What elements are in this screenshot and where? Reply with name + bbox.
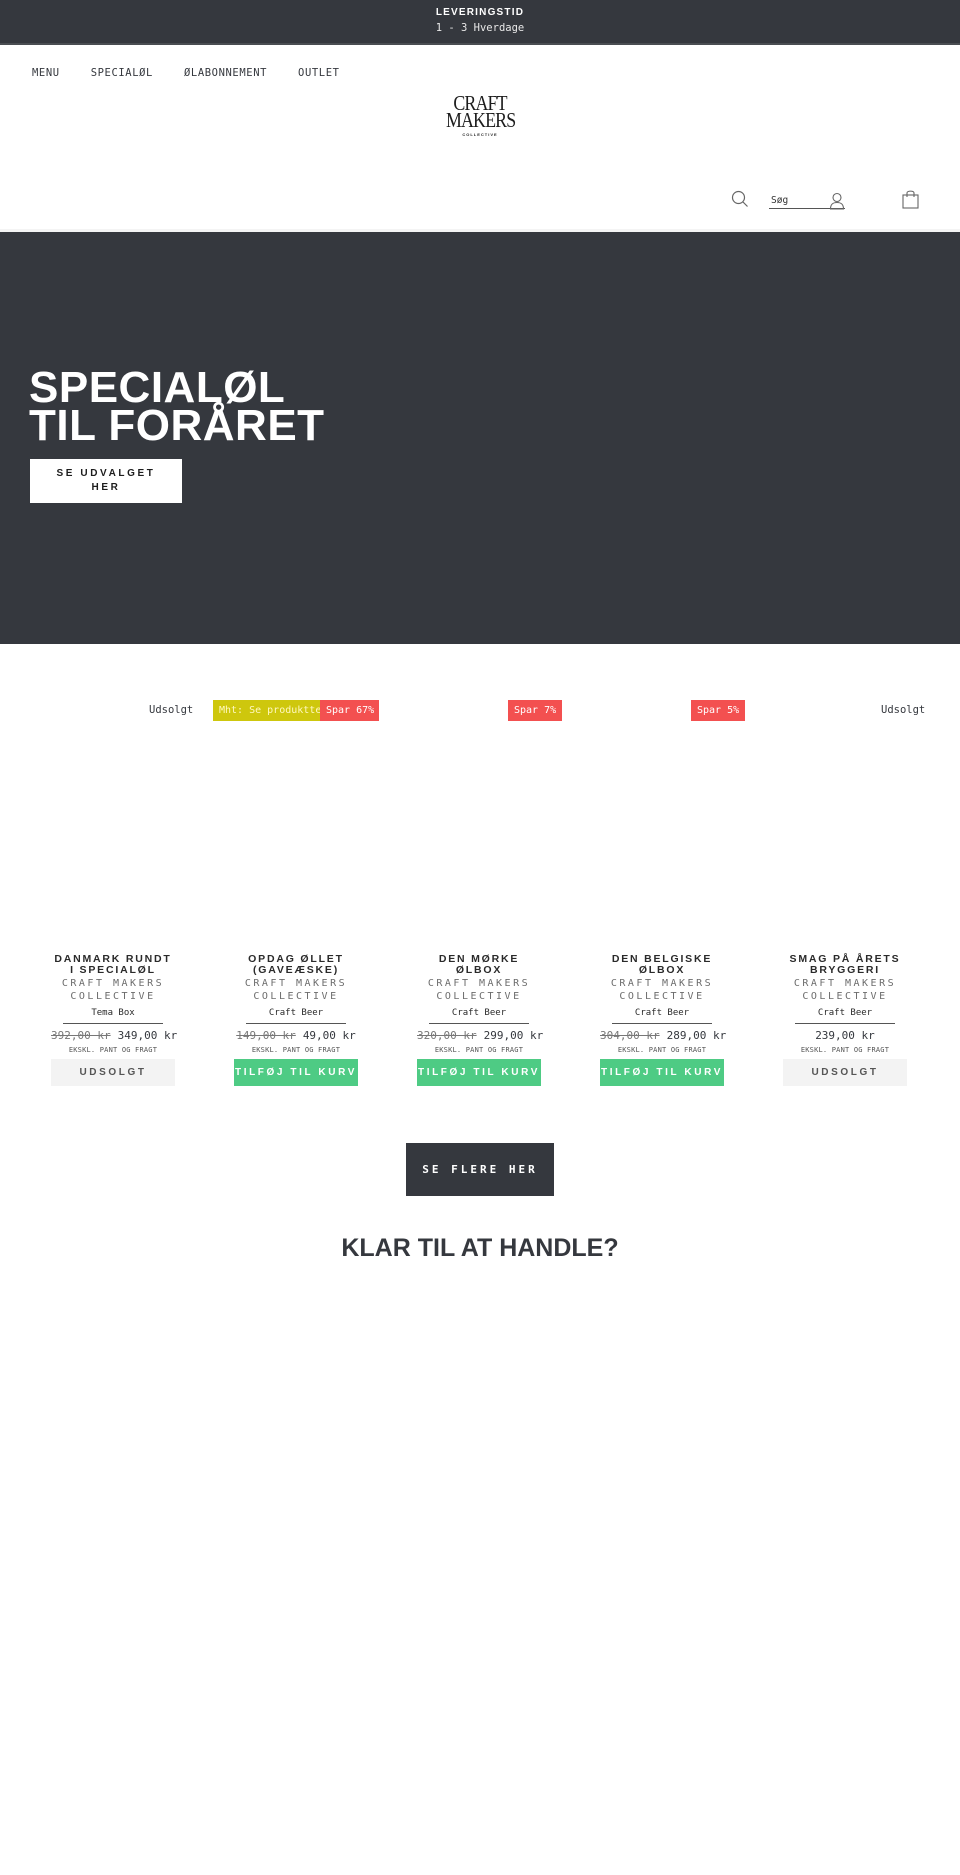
- product-title[interactable]: SMAG PÅ ÅRETS BRYGGERI: [783, 954, 907, 976]
- old-price: 149,00 kr: [236, 1029, 296, 1042]
- add-to-cart-button[interactable]: TILFØJ TIL KURV: [417, 1059, 541, 1086]
- product-title[interactable]: DANMARK RUNDT I SPECIALØL: [51, 954, 175, 976]
- user-icon[interactable]: [829, 192, 845, 210]
- product-card: DEN BELGISKE ØLBOX CRAFT MAKERS COLLECTI…: [600, 954, 727, 1086]
- product-type: Craft Beer: [268, 1008, 324, 1018]
- logo-line-makers: MAKERS: [446, 108, 516, 132]
- cart-icon[interactable]: [902, 189, 919, 209]
- logo-line-collective: COLLECTIVE: [462, 132, 498, 137]
- product-type: Craft Beer: [634, 1008, 690, 1018]
- sale-badge: Spar 5%: [691, 700, 746, 721]
- old-price: 392,00 kr: [51, 1029, 111, 1042]
- divider: [612, 1023, 712, 1024]
- sold-out-badge: Udsolgt: [149, 704, 194, 716]
- product-card: DEN MØRKE ØLBOX CRAFT MAKERS COLLECTIVE …: [417, 954, 544, 1086]
- old-price: 304,00 kr: [600, 1029, 660, 1042]
- product-prices: 320,00 kr 299,00 kr: [417, 1029, 544, 1042]
- add-to-cart-button[interactable]: TILFØJ TIL KURV: [234, 1059, 358, 1086]
- product-title[interactable]: DEN BELGISKE ØLBOX: [600, 954, 724, 976]
- sold-out-button[interactable]: UDSOLGT: [783, 1059, 907, 1086]
- divider: [795, 1023, 895, 1024]
- product-vendor: CRAFT MAKERS COLLECTIVE: [610, 978, 714, 1002]
- product-card: OPDAG ØLLET (GAVEÆSKE) CRAFT MAKERS COLL…: [234, 954, 358, 1086]
- hero-cta-button[interactable]: SE UDVALGET HER: [30, 459, 182, 503]
- announcement-subtitle: 1 - 3 Hverdage: [435, 22, 525, 34]
- product-card: DANMARK RUNDT I SPECIALØL CRAFT MAKERS C…: [51, 954, 178, 1086]
- ready-heading: KLAR TIL AT HANDLE?: [341, 1234, 619, 1262]
- nav-item-outlet[interactable]: OUTLET: [298, 67, 340, 79]
- product-title[interactable]: OPDAG ØLLET (GAVEÆSKE): [234, 954, 358, 976]
- product-prices: 392,00 kr 349,00 kr: [51, 1029, 178, 1042]
- hero-banner: SPECIALØL TIL FORÅRET SE UDVALGET HER: [0, 232, 960, 644]
- product-prices: 239,00 kr: [783, 1029, 907, 1042]
- product-card: SMAG PÅ ÅRETS BRYGGERI CRAFT MAKERS COLL…: [783, 954, 907, 1086]
- notice-badge: Mht: Se produkttekst: [213, 700, 321, 721]
- header-tools: [0, 188, 960, 218]
- hero-title: SPECIALØL TIL FORÅRET: [29, 366, 325, 450]
- price: 49,00 kr: [302, 1029, 356, 1042]
- product-type: Craft Beer: [451, 1008, 507, 1018]
- logo[interactable]: CRAFT MAKERS COLLECTIVE: [440, 93, 520, 138]
- product-type: Craft Beer: [817, 1008, 873, 1018]
- product-type: Tema Box: [91, 1008, 135, 1018]
- divider: [246, 1023, 346, 1024]
- product-prices: 149,00 kr 49,00 kr: [234, 1029, 358, 1042]
- price: 299,00 kr: [483, 1029, 544, 1042]
- price-note: EKSKL. PANT OG FRAGT: [251, 1046, 341, 1054]
- badges-row: Udsolgt Mht: Se produkttekst Spar 67% Sp…: [0, 700, 960, 722]
- old-price: 320,00 kr: [417, 1029, 477, 1042]
- main-nav: MENU SPECIALØL ØLABONNEMENT OUTLET: [32, 67, 371, 79]
- sale-badge: Spar 7%: [508, 700, 563, 721]
- announcement-title: LEVERINGSTID: [435, 7, 525, 18]
- sold-out-badge: Udsolgt: [881, 704, 926, 716]
- divider: [429, 1023, 529, 1024]
- price-note: EKSKL. PANT OG FRAGT: [434, 1046, 524, 1054]
- price: 349,00 kr: [117, 1029, 178, 1042]
- search-icon[interactable]: [731, 190, 749, 208]
- product-vendor: CRAFT MAKERS COLLECTIVE: [793, 978, 897, 1002]
- product-vendor: CRAFT MAKERS COLLECTIVE: [61, 978, 165, 1002]
- product-vendor: CRAFT MAKERS COLLECTIVE: [244, 978, 348, 1002]
- nav-item-olabonnement[interactable]: ØLABONNEMENT: [184, 67, 267, 79]
- price: 239,00 kr: [815, 1029, 875, 1042]
- see-more-button[interactable]: SE FLERE HER: [406, 1143, 554, 1196]
- price-note: EKSKL. PANT OG FRAGT: [617, 1046, 707, 1054]
- nav-item-specialol[interactable]: SPECIALØL: [91, 67, 153, 79]
- product-prices: 304,00 kr 289,00 kr: [600, 1029, 727, 1042]
- nav-item-menu[interactable]: MENU: [32, 67, 60, 79]
- divider: [63, 1023, 163, 1024]
- price-note: EKSKL. PANT OG FRAGT: [68, 1046, 158, 1054]
- product-vendor: CRAFT MAKERS COLLECTIVE: [427, 978, 531, 1002]
- hero-title-line2: TIL FORÅRET: [29, 401, 325, 450]
- sold-out-button[interactable]: UDSOLGT: [51, 1059, 175, 1086]
- sale-badge: Spar 67%: [320, 700, 379, 721]
- price-note: EKSKL. PANT OG FRAGT: [800, 1046, 890, 1054]
- add-to-cart-button[interactable]: TILFØJ TIL KURV: [600, 1059, 724, 1086]
- price: 289,00 kr: [666, 1029, 727, 1042]
- announcement-bar: LEVERINGSTID 1 - 3 Hverdage: [0, 0, 960, 45]
- product-title[interactable]: DEN MØRKE ØLBOX: [417, 954, 541, 976]
